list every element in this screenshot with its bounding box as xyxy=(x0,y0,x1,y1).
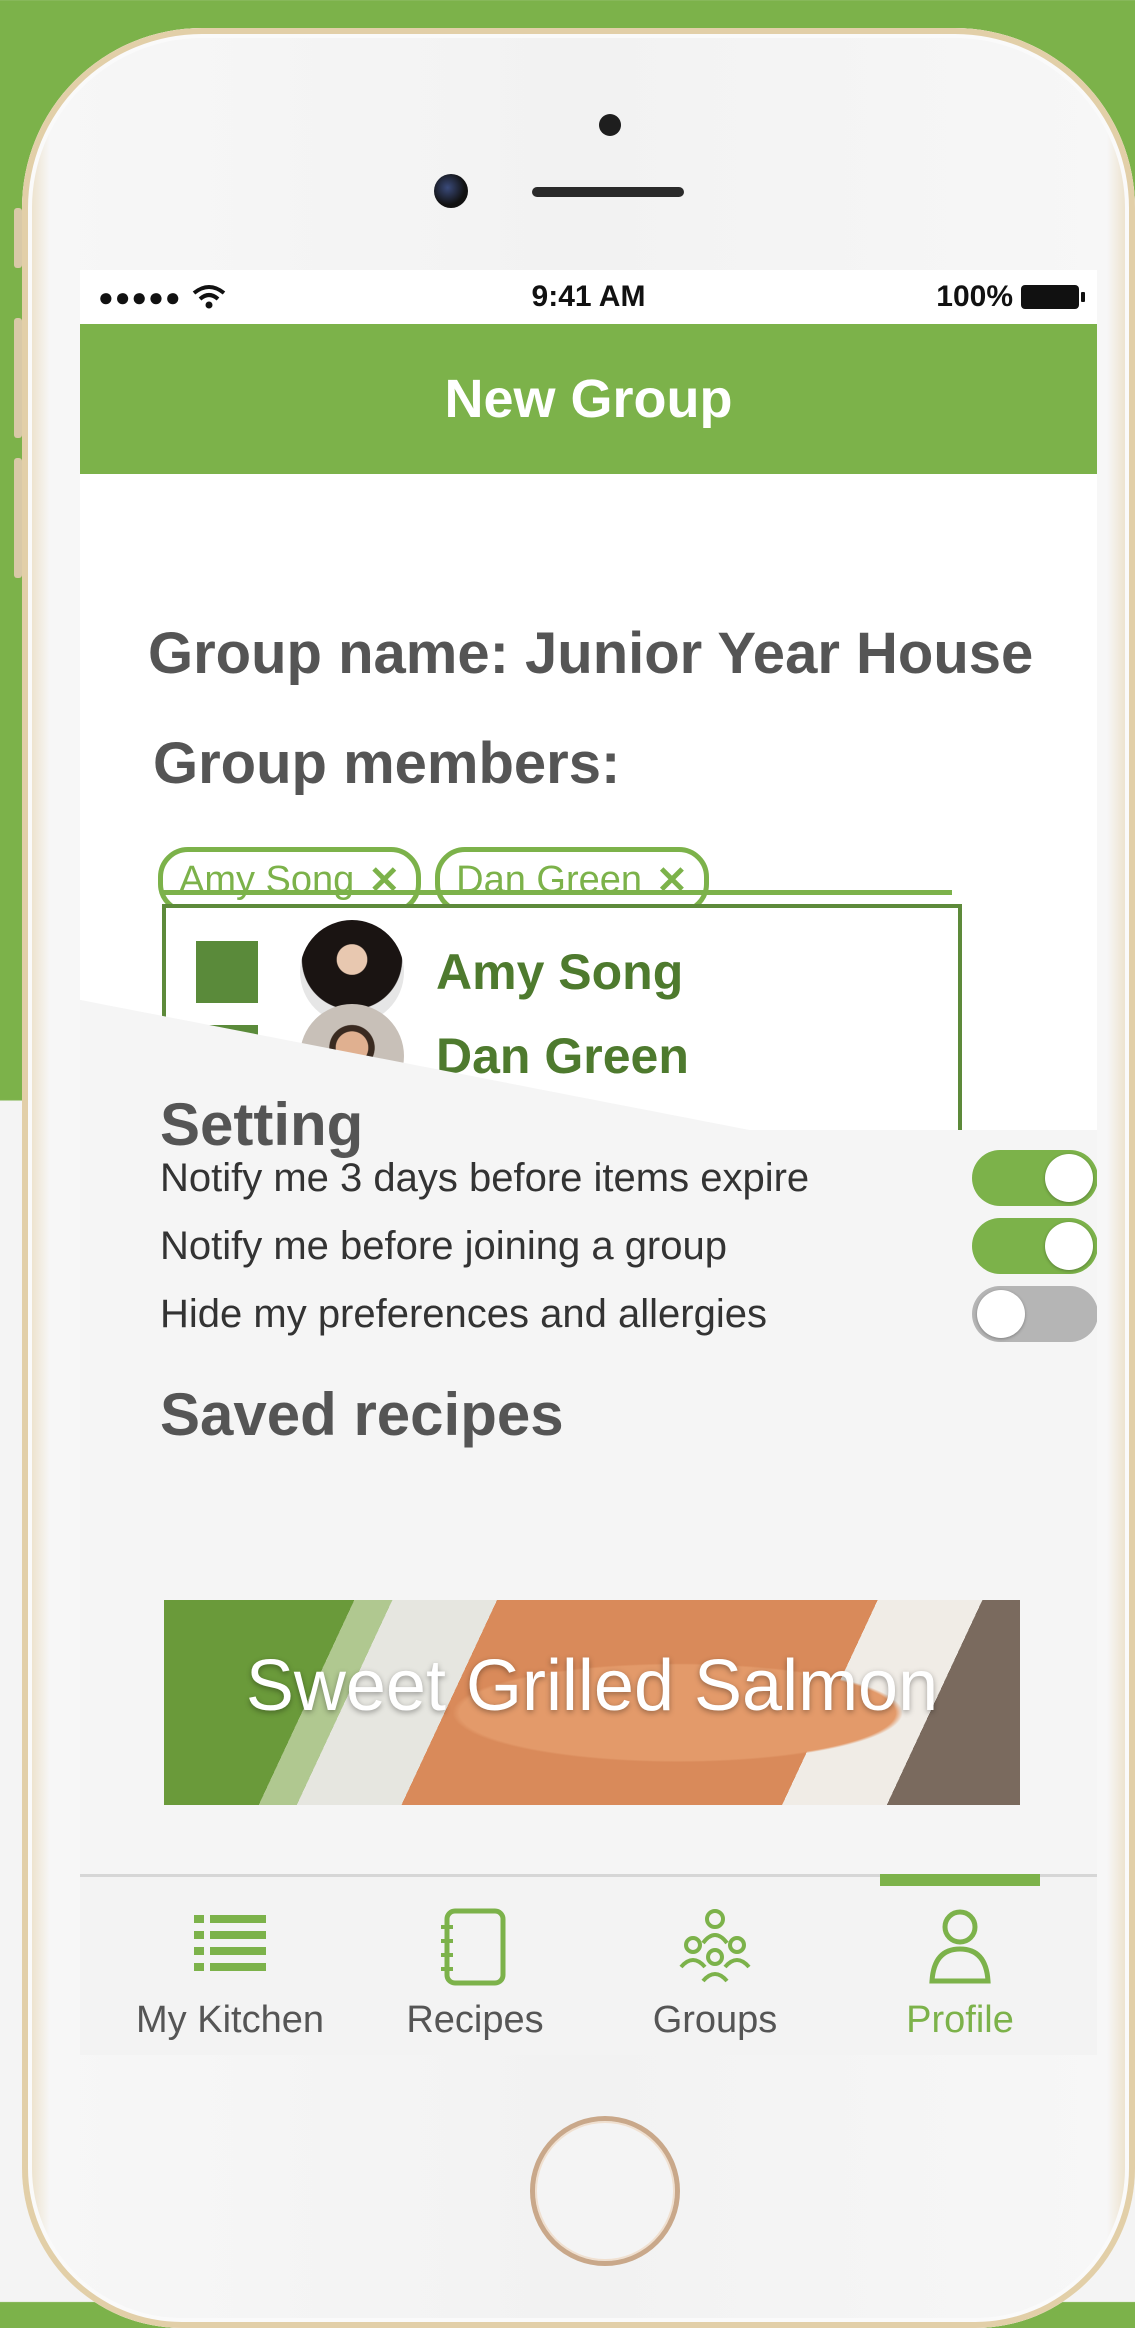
setting-label: Notify me 3 days before items expire xyxy=(160,1155,810,1200)
chip-label: Dan Green xyxy=(456,859,643,901)
toggle-knob xyxy=(977,1290,1025,1338)
join-group-notification-toggle[interactable] xyxy=(972,1218,1097,1274)
page-header: New Group xyxy=(80,324,1097,474)
battery-icon xyxy=(1021,285,1085,309)
close-icon[interactable]: ✕ xyxy=(368,858,400,903)
proximity-sensor xyxy=(599,114,621,136)
group-members-label: Group members: xyxy=(153,731,621,796)
profile-icon xyxy=(929,1909,991,1984)
member-name: Amy Song xyxy=(436,944,684,1000)
app-screen: ●●●●● 9:41 AM 100% New Group Group name:… xyxy=(80,270,1097,2055)
volume-down-button xyxy=(14,458,22,578)
setting-row: Notify me before joining a group xyxy=(160,1216,1097,1276)
member-input-underline[interactable] xyxy=(162,890,952,895)
tab-my-kitchen[interactable]: My Kitchen xyxy=(130,1877,330,2055)
tab-label: Profile xyxy=(906,1999,1014,2041)
notebook-icon xyxy=(441,1908,506,1986)
bottom-tab-bar: My Kitchen Recipes Groups Profile xyxy=(80,1874,1097,2055)
chip-label: Amy Song xyxy=(179,859,355,901)
status-bar: ●●●●● 9:41 AM 100% xyxy=(80,270,1097,324)
mute-switch xyxy=(14,208,22,268)
saved-recipes-title: Saved recipes xyxy=(160,1381,564,1448)
front-camera xyxy=(434,174,468,208)
tab-groups[interactable]: Groups xyxy=(625,1877,805,2055)
close-icon[interactable]: ✕ xyxy=(656,858,688,903)
group-icon xyxy=(679,1909,751,1983)
group-name-label[interactable]: Group name: Junior Year House xyxy=(148,620,1033,687)
tab-label: Recipes xyxy=(406,1999,544,2041)
toggle-knob xyxy=(1045,1222,1093,1270)
recipe-title: Sweet Grilled Salmon xyxy=(245,1646,939,1726)
page-title: New Group xyxy=(444,369,733,429)
signal-strength-icon: ●●●●● xyxy=(98,281,182,312)
list-icon xyxy=(194,1915,266,1971)
wifi-icon xyxy=(192,285,225,309)
setting-label: Hide my preferences and allergies xyxy=(160,1291,767,1336)
volume-up-button xyxy=(14,318,22,438)
setting-row: Notify me 3 days before items expire xyxy=(160,1148,1097,1208)
tab-label: My Kitchen xyxy=(136,1999,324,2041)
home-button[interactable] xyxy=(530,2116,680,2266)
tab-label: Groups xyxy=(652,1999,778,2041)
setting-row: Hide my preferences and allergies xyxy=(160,1284,1097,1344)
member-checkbox[interactable] xyxy=(196,941,258,1003)
tab-recipes[interactable]: Recipes xyxy=(385,1877,565,2055)
hide-preferences-toggle[interactable] xyxy=(972,1286,1097,1342)
setting-label: Notify me before joining a group xyxy=(160,1223,727,1268)
expiry-notification-toggle[interactable] xyxy=(972,1150,1097,1206)
saved-recipe-card[interactable]: Sweet Grilled Salmon xyxy=(164,1600,1020,1805)
battery-percent: 100% xyxy=(936,280,1013,313)
toggle-knob xyxy=(1045,1154,1093,1202)
earpiece-speaker xyxy=(532,187,684,197)
tab-profile[interactable]: Profile xyxy=(870,1877,1050,2055)
